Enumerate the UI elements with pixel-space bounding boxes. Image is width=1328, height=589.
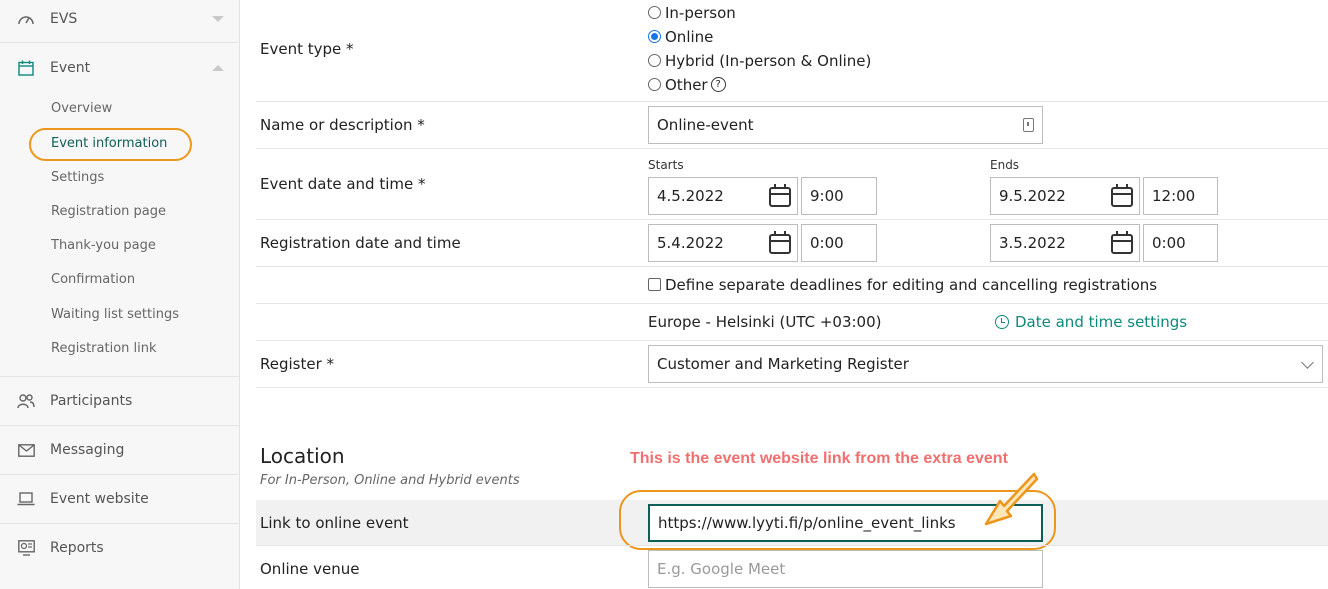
nav-reports-label: Reports bbox=[50, 540, 104, 556]
start-date-input[interactable]: 4.5.2022 bbox=[648, 177, 798, 215]
divider bbox=[256, 303, 1328, 304]
sidebar-item-registration-page[interactable]: Registration page bbox=[51, 204, 166, 219]
end-date-input[interactable]: 9.5.2022 bbox=[990, 177, 1140, 215]
event-type-label: Event type * bbox=[260, 40, 354, 58]
datetime-settings-link-text: Date and time settings bbox=[1015, 313, 1188, 331]
radio-hybrid-label[interactable]: Hybrid (In-person & Online) bbox=[665, 52, 871, 70]
sidebar-item-thank-you-page[interactable]: Thank-you page bbox=[51, 238, 156, 253]
nav-participants[interactable]: Participants bbox=[0, 382, 239, 420]
envelope-icon bbox=[17, 442, 35, 458]
reg-end-time-input[interactable]: 0:00 bbox=[1143, 224, 1218, 262]
register-label: Register * bbox=[260, 355, 335, 373]
location-subtitle: For In-Person, Online and Hybrid events bbox=[260, 473, 520, 488]
divider bbox=[0, 425, 239, 426]
chevron-down-icon bbox=[212, 16, 224, 22]
divider bbox=[256, 545, 1328, 546]
calendar-icon[interactable] bbox=[769, 184, 791, 207]
highlight-ring bbox=[29, 128, 192, 161]
start-time-value: 9:00 bbox=[810, 187, 844, 205]
radio-online[interactable] bbox=[648, 30, 661, 43]
online-venue-placeholder: E.g. Google Meet bbox=[657, 560, 786, 578]
radio-hybrid[interactable] bbox=[648, 54, 661, 67]
nav-evs-label: EVS bbox=[50, 11, 78, 27]
end-time-input[interactable]: 12:00 bbox=[1143, 177, 1218, 215]
chevron-up-icon bbox=[212, 65, 224, 71]
reg-start-date-input[interactable]: 5.4.2022 bbox=[648, 224, 798, 262]
timezone-text: Europe - Helsinki (UTC +03:00) bbox=[648, 313, 882, 331]
sidebar: EVS Event Overview Event information Set… bbox=[0, 0, 240, 589]
start-date-value: 4.5.2022 bbox=[657, 187, 724, 205]
reg-end-time-value: 0:00 bbox=[1152, 234, 1186, 252]
divider bbox=[0, 42, 239, 43]
nav-event-website[interactable]: Event website bbox=[0, 480, 239, 518]
password-manager-icon[interactable] bbox=[1023, 118, 1034, 132]
end-date-value: 9.5.2022 bbox=[999, 187, 1066, 205]
nav-messaging[interactable]: Messaging bbox=[0, 431, 239, 469]
divider bbox=[256, 219, 1328, 220]
nav-messaging-label: Messaging bbox=[50, 442, 125, 458]
online-venue-input[interactable]: E.g. Google Meet bbox=[648, 550, 1043, 588]
register-value: Customer and Marketing Register bbox=[657, 355, 909, 373]
annotation-arrow-icon bbox=[984, 472, 1039, 526]
sidebar-item-confirmation[interactable]: Confirmation bbox=[51, 272, 135, 287]
reg-end-date-value: 3.5.2022 bbox=[999, 234, 1066, 252]
nav-participants-label: Participants bbox=[50, 393, 133, 409]
divider bbox=[256, 340, 1328, 341]
nav-event-label: Event bbox=[50, 60, 91, 76]
calendar-icon[interactable] bbox=[1111, 184, 1133, 207]
sidebar-item-overview[interactable]: Overview bbox=[51, 101, 112, 116]
deadlines-checkbox[interactable] bbox=[648, 278, 661, 291]
people-icon bbox=[17, 393, 35, 409]
laptop-icon bbox=[17, 491, 35, 507]
start-time-input[interactable]: 9:00 bbox=[801, 177, 877, 215]
divider bbox=[256, 101, 1328, 102]
divider bbox=[256, 148, 1328, 149]
calendar-icon bbox=[17, 60, 35, 76]
divider bbox=[256, 387, 1328, 388]
reg-end-date-input[interactable]: 3.5.2022 bbox=[990, 224, 1140, 262]
nav-event[interactable]: Event bbox=[0, 49, 239, 87]
divider bbox=[0, 474, 239, 475]
ends-label: Ends bbox=[990, 158, 1020, 172]
nav-event-website-label: Event website bbox=[50, 491, 149, 507]
name-value: Online-event bbox=[657, 116, 754, 134]
location-title: Location bbox=[260, 444, 345, 468]
radio-other[interactable] bbox=[648, 78, 661, 91]
chevron-down-icon bbox=[1301, 356, 1314, 369]
radio-in-person[interactable] bbox=[648, 6, 661, 19]
radio-in-person-label[interactable]: In-person bbox=[665, 4, 736, 22]
radio-other-text: Other bbox=[665, 76, 708, 94]
event-datetime-label: Event date and time * bbox=[260, 175, 426, 193]
divider bbox=[0, 523, 239, 524]
datetime-settings-link[interactable]: Date and time settings bbox=[995, 313, 1187, 331]
nav-evs[interactable]: EVS bbox=[0, 0, 239, 38]
name-input[interactable]: Online-event bbox=[648, 106, 1043, 144]
nav-reports[interactable]: Reports bbox=[0, 529, 239, 567]
online-link-label: Link to online event bbox=[260, 514, 409, 532]
reg-start-date-value: 5.4.2022 bbox=[657, 234, 724, 252]
help-icon[interactable]: ? bbox=[710, 77, 726, 92]
sidebar-item-registration-link[interactable]: Registration link bbox=[51, 341, 157, 356]
calendar-icon[interactable] bbox=[1111, 231, 1133, 254]
sidebar-item-settings[interactable]: Settings bbox=[51, 170, 104, 185]
reg-start-time-value: 0:00 bbox=[810, 234, 844, 252]
clock-icon bbox=[995, 315, 1009, 329]
reg-start-time-input[interactable]: 0:00 bbox=[801, 224, 877, 262]
sidebar-item-waiting-list-settings[interactable]: Waiting list settings bbox=[51, 307, 179, 322]
report-icon bbox=[17, 540, 35, 556]
register-select[interactable]: Customer and Marketing Register bbox=[648, 345, 1323, 383]
annotation-text: This is the event website link from the … bbox=[630, 450, 1008, 467]
radio-other-label[interactable]: Other? bbox=[665, 76, 726, 94]
deadlines-checkbox-label[interactable]: Define separate deadlines for editing an… bbox=[665, 276, 1157, 294]
divider bbox=[256, 266, 1328, 267]
name-label: Name or description * bbox=[260, 116, 425, 134]
calendar-icon[interactable] bbox=[769, 231, 791, 254]
divider bbox=[0, 376, 239, 377]
gauge-icon bbox=[17, 11, 35, 27]
starts-label: Starts bbox=[648, 158, 684, 172]
registration-datetime-label: Registration date and time bbox=[260, 234, 461, 252]
radio-online-label[interactable]: Online bbox=[665, 28, 713, 46]
end-time-value: 12:00 bbox=[1152, 187, 1196, 205]
online-venue-label: Online venue bbox=[260, 560, 360, 578]
